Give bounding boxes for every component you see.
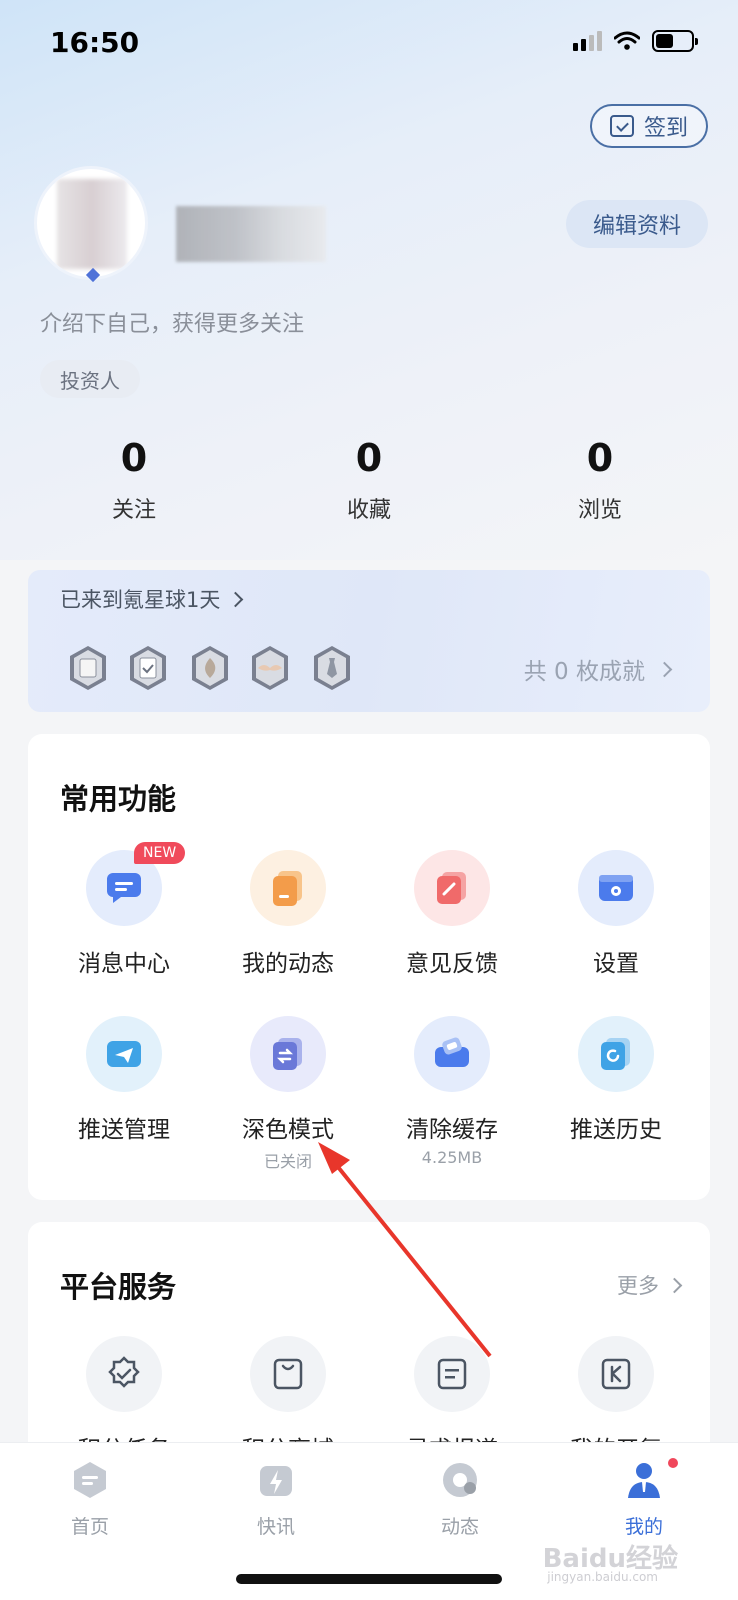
fn-push-history[interactable]: 推送历史 xyxy=(546,1016,686,1144)
shopping-bag-icon xyxy=(273,1358,303,1390)
nav-flash[interactable]: 快讯 xyxy=(226,1460,326,1539)
flame-badge-icon xyxy=(188,644,232,692)
stat-label: 关注 xyxy=(111,498,156,523)
common-functions-title: 常用功能 xyxy=(60,782,177,816)
calendar-check-icon xyxy=(609,115,634,137)
achievement-count-link[interactable]: 共 0 枚成就 xyxy=(523,652,673,686)
chevron-right-icon xyxy=(228,591,244,607)
fn-push-management[interactable]: 推送管理 xyxy=(54,1016,194,1144)
scroll-badge-icon xyxy=(66,644,110,692)
fn-label: 我的动态 xyxy=(242,951,334,977)
stat-value: 0 xyxy=(586,436,614,480)
svc-points-mall[interactable]: 积分商城 xyxy=(218,1336,358,1452)
nav-label: 我的 xyxy=(624,1516,663,1538)
fn-settings[interactable]: 设置 xyxy=(546,850,686,978)
edit-profile-button[interactable]: 编辑资料 xyxy=(566,200,708,248)
feedback-icon xyxy=(437,872,466,904)
stat-value: 0 xyxy=(120,436,148,480)
home-icon xyxy=(74,1462,106,1498)
fn-label: 设置 xyxy=(593,951,639,977)
checkin-button[interactable]: 签到 xyxy=(590,104,708,148)
push-history-icon xyxy=(601,1038,630,1070)
status-icons xyxy=(573,30,698,52)
status-time: 16:50 xyxy=(50,26,140,59)
svc-my-kaike[interactable]: 我的开氪 xyxy=(546,1336,686,1452)
nav-home[interactable]: 首页 xyxy=(40,1460,140,1539)
fn-label: 深色模式 xyxy=(242,1117,334,1143)
wings-badge-icon xyxy=(248,644,292,692)
chevron-right-icon xyxy=(656,661,673,677)
achievement-count: 共 0 枚成就 xyxy=(523,659,645,685)
stat-value: 0 xyxy=(355,436,383,480)
days-text: 已来到氪星球1天 xyxy=(60,588,221,612)
username-blurred xyxy=(176,206,326,262)
eraser-icon xyxy=(435,1037,469,1067)
stat-label: 浏览 xyxy=(577,498,622,523)
svc-seek-coverage[interactable]: 寻求报道 xyxy=(382,1336,522,1452)
chevron-right-icon xyxy=(666,1277,683,1293)
fn-label: 意见反馈 xyxy=(406,951,498,977)
battery-icon xyxy=(652,30,698,52)
fn-message-center[interactable]: NEW 消息中心 xyxy=(54,842,194,978)
new-badge: NEW xyxy=(134,842,186,864)
svc-points-tasks[interactable]: 积分任务 xyxy=(54,1336,194,1452)
fn-my-posts[interactable]: 我的动态 xyxy=(218,850,358,978)
fn-dark-mode[interactable]: 深色模式 已关闭 xyxy=(218,1016,358,1172)
badge-check-icon xyxy=(108,1356,140,1388)
fn-label: 消息中心 xyxy=(78,951,170,977)
profile-icon xyxy=(628,1463,660,1498)
fn-feedback[interactable]: 意见反馈 xyxy=(382,850,522,978)
fn-label: 清除缓存 xyxy=(406,1117,498,1143)
nav-profile[interactable]: 我的 xyxy=(594,1460,694,1539)
notification-dot xyxy=(668,1458,678,1468)
wifi-icon xyxy=(614,31,640,50)
fn-label: 推送历史 xyxy=(570,1117,662,1143)
flash-icon xyxy=(260,1466,292,1496)
tie-badge-icon xyxy=(310,644,354,692)
nav-label: 动态 xyxy=(440,1516,479,1538)
fn-clear-cache[interactable]: 清除缓存 4.25MB xyxy=(382,1016,522,1167)
stat-favorites[interactable]: 0 收藏 xyxy=(309,436,429,524)
profile-tag: 投资人 xyxy=(40,360,140,398)
nav-label: 快讯 xyxy=(256,1516,295,1538)
nav-dynamic[interactable]: 动态 xyxy=(410,1460,510,1539)
profile-bio[interactable]: 介绍下自己，获得更多关注 xyxy=(40,306,304,338)
fn-label: 推送管理 xyxy=(78,1117,170,1143)
nav-label: 首页 xyxy=(70,1516,109,1538)
document-icon xyxy=(273,871,302,906)
stat-views[interactable]: 0 浏览 xyxy=(540,436,660,524)
home-indicator xyxy=(236,1574,502,1584)
send-icon xyxy=(107,1041,141,1067)
k-icon xyxy=(601,1358,631,1390)
clipboard-badge-icon xyxy=(126,644,170,692)
dark-mode-status: 已关闭 xyxy=(263,1152,312,1171)
dynamic-icon xyxy=(443,1463,477,1497)
checkin-label: 签到 xyxy=(643,116,688,141)
platform-services-title: 平台服务 xyxy=(60,1270,177,1304)
stat-label: 收藏 xyxy=(346,498,391,523)
watermark-sub: jingyan.baidu.com xyxy=(547,1570,658,1584)
message-icon xyxy=(107,873,141,903)
more-link[interactable]: 更多 xyxy=(617,1270,683,1300)
days-link[interactable]: 已来到氪星球1天 xyxy=(60,584,244,614)
cache-size: 4.25MB xyxy=(421,1148,483,1167)
report-doc-icon xyxy=(437,1358,467,1390)
dark-mode-icon xyxy=(273,1038,302,1070)
settings-icon xyxy=(599,875,633,901)
stat-following[interactable]: 0 关注 xyxy=(74,436,194,524)
more-label: 更多 xyxy=(617,1274,659,1298)
signal-icon xyxy=(573,31,602,51)
avatar[interactable] xyxy=(34,166,148,280)
